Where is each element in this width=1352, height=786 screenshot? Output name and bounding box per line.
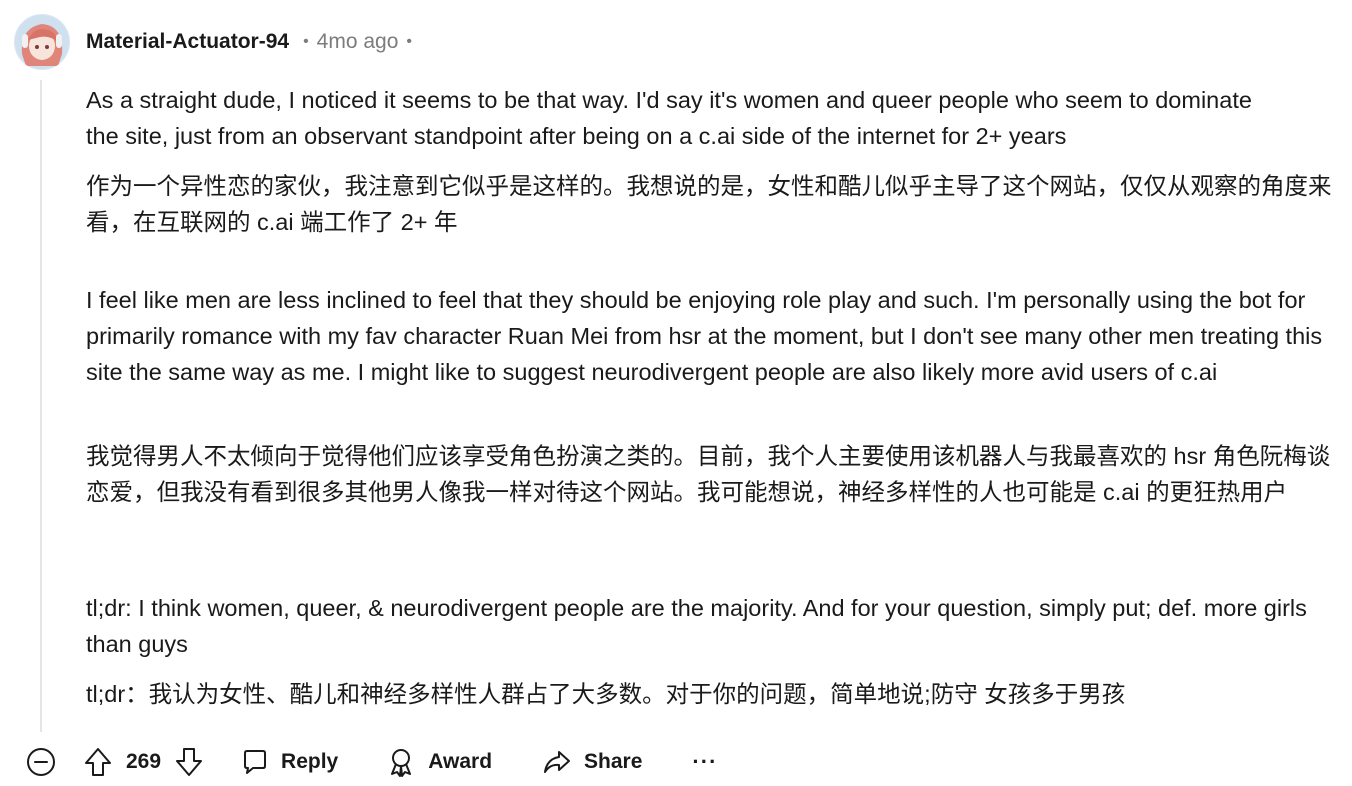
upvote-button[interactable] [84, 747, 112, 777]
award-button[interactable]: Award [386, 747, 492, 777]
share-button[interactable]: Share [542, 748, 642, 776]
avatar[interactable] [14, 14, 70, 70]
more-options-icon: ··· [692, 749, 718, 774]
timestamp[interactable]: 4mo ago [317, 30, 399, 54]
comment-paragraph: 作为一个异性恋的家伙，我注意到它似乎是这样的。我想说的是，女性和酷儿似乎主导了这… [86, 173, 1332, 235]
collapse-button[interactable] [24, 745, 58, 779]
thread-line[interactable] [40, 80, 42, 732]
award-icon [391, 749, 412, 777]
comment-paragraph: tl;dr: I think women, queer, & neurodive… [86, 595, 1307, 657]
avatar-image [14, 14, 70, 70]
vote-score: 269 [126, 750, 162, 773]
award-label: Award [428, 750, 493, 773]
comment-paragraph: tl;dr：我认为女性、酷儿和神经多样性人群占了大多数。对于你的问题，简单地说;… [86, 681, 1126, 707]
downvote-button[interactable] [175, 747, 203, 777]
comment-paragraph: As a straight dude, I noticed it seems t… [86, 87, 1252, 149]
meta-separator: • [303, 33, 309, 50]
upvote-arrow-icon [85, 748, 111, 776]
speech-bubble-icon [244, 750, 267, 774]
comment-paragraph: 我觉得男人不太倾向于觉得他们应该享受角色扮演之类的。目前，我个人主要使用该机器人… [86, 443, 1331, 505]
comment-header: Material-Actuator-94 • 4mo ago • [14, 14, 412, 70]
more-options-button[interactable]: ··· [692, 749, 717, 775]
comment-actions: 269 Reply Award Share ··· [24, 740, 717, 784]
downvote-arrow-icon [176, 748, 203, 776]
share-label: Share [584, 750, 643, 773]
collapse-minus-icon [27, 748, 55, 776]
meta-separator-trailing: • [406, 33, 413, 50]
share-arrow-icon [544, 751, 571, 773]
reply-label: Reply [281, 750, 339, 773]
comment-paragraph: I feel like men are less inclined to fee… [86, 287, 1323, 385]
comment: Material-Actuator-94 • 4mo ago • As a st… [0, 0, 1352, 786]
reply-button[interactable]: Reply [241, 748, 338, 776]
author-name[interactable]: Material-Actuator-94 [86, 30, 289, 54]
